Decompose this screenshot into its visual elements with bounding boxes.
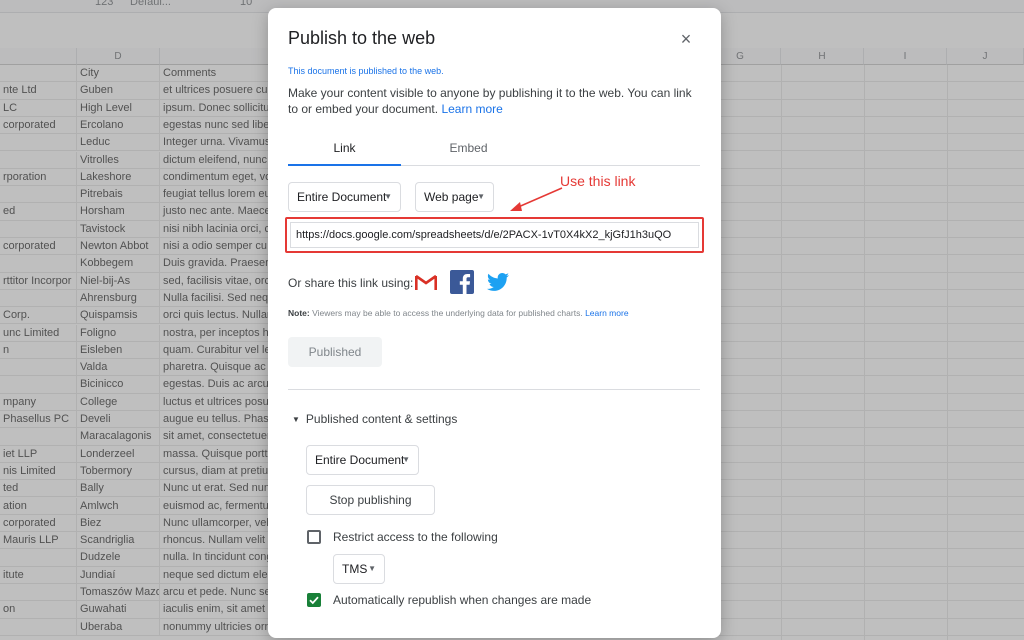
triangle-down-icon: ▼	[292, 415, 300, 425]
publish-scope-select[interactable]: Entire Document ▼	[288, 182, 401, 212]
share-label: Or share this link using:	[288, 276, 414, 290]
annotation-arrow-icon	[510, 187, 563, 211]
stop-publishing-button[interactable]: Stop publishing	[306, 485, 435, 515]
note-bold: Note:	[288, 308, 310, 318]
publish-format-value: Web page	[424, 190, 479, 204]
domain-select-value: TMS	[342, 562, 368, 576]
auto-republish-checkbox[interactable]	[307, 593, 321, 607]
note-learn-more-link[interactable]: Learn more	[585, 308, 628, 318]
twitter-icon[interactable]	[486, 270, 510, 294]
published-scope-select[interactable]: Entire Document ▼	[306, 445, 419, 475]
checkmark-icon	[309, 596, 319, 605]
publish-dialog: Publish to the web × This document is pu…	[268, 8, 721, 638]
publish-tabs: Link Embed	[288, 141, 700, 166]
tab-embed[interactable]: Embed	[401, 141, 536, 165]
chevron-down-icon: ▼	[384, 192, 392, 201]
auto-republish-label[interactable]: Automatically republish when changes are…	[333, 593, 591, 607]
publish-scope-value: Entire Document	[297, 190, 387, 204]
facebook-icon[interactable]	[450, 270, 474, 294]
chevron-down-icon: ▼	[402, 455, 410, 464]
settings-header-label: Published content & settings	[305, 412, 458, 426]
section-divider	[288, 389, 700, 390]
chevron-down-icon: ▼	[368, 564, 376, 573]
published-button: Published	[288, 337, 382, 367]
publish-format-select[interactable]: Web page ▼	[415, 182, 494, 212]
tab-link[interactable]: Link	[288, 141, 401, 166]
published-status-note: This document is published to the web.	[288, 66, 444, 76]
chevron-down-icon: ▼	[477, 192, 485, 201]
dialog-description: Make your content visible to anyone by p…	[288, 85, 703, 117]
restrict-access-checkbox[interactable]	[307, 530, 321, 544]
learn-more-link[interactable]: Learn more	[441, 102, 502, 116]
restrict-access-label[interactable]: Restrict access to the following	[333, 530, 498, 544]
close-icon[interactable]: ×	[676, 30, 696, 50]
annotation-label: Use this link	[560, 173, 636, 189]
charts-data-note: Note: Viewers may be able to access the …	[288, 308, 629, 318]
dialog-title: Publish to the web	[288, 28, 436, 48]
note-text: Viewers may be able to access the underl…	[312, 308, 583, 318]
url-highlight-box	[285, 217, 704, 253]
gmail-icon[interactable]	[414, 270, 438, 294]
published-scope-value: Entire Document	[315, 453, 405, 467]
published-settings-toggle[interactable]: ▼ Published content & settings	[292, 412, 457, 426]
domain-select[interactable]: TMS ▼	[333, 554, 385, 584]
publish-url-input[interactable]	[290, 222, 699, 248]
